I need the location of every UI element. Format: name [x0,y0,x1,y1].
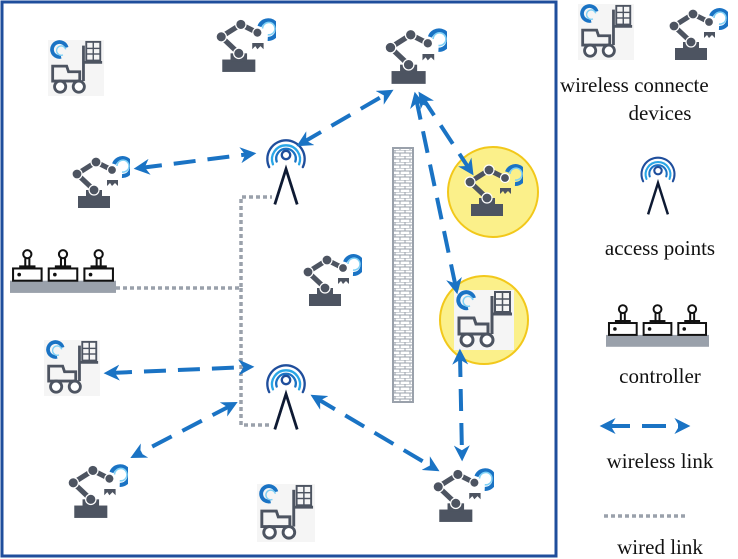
legend-wired-link-label: wired link [617,535,703,559]
legend-wireless-link-label: wireless link [607,449,714,473]
forklift-3-forklift-icon [257,484,315,542]
legend-access-points-label: access points [605,236,715,260]
legend-controller-label: controller [619,364,701,388]
ap-1-access-point-icon [265,138,307,207]
wired-links [116,195,272,427]
forklift-2-forklift-icon [44,340,100,396]
legend-controller-icon [606,304,709,347]
forklift-1-forklift-icon [48,40,104,96]
robot-1-robot-icon [216,19,277,72]
robot-4-robot-icon [303,255,362,306]
wireless-link-forklift-2-to-ap-2 [103,359,255,381]
wireless-link-ap-2-to-robot-6 [310,394,440,472]
wireless-link-ap-1-to-robot-2 [296,89,394,147]
robot-6-robot-icon [433,469,494,522]
wired-link-controller-to-ap-2 [239,288,272,427]
ap-2-access-point-icon [265,363,307,432]
legend-devices-label: wireless connecte [560,73,709,97]
controller-controller-icon [10,249,116,293]
wireless-link-ap-2-to-robot-5 [130,402,238,458]
legend-robot-icon [669,9,728,60]
robot-3-robot-icon [72,157,131,208]
robot-5-robot-icon [68,465,129,518]
wireless-link-robot-2-to-robot-yellow [418,91,474,176]
network-diagram: wireless connecte devices access points … [0,0,738,559]
legend-devices-label-2: devices [629,101,692,125]
legend-forklift-icon [576,4,636,60]
legend: wireless connecte devices access points … [560,4,728,559]
forklift-yellow-forklift-icon [454,290,514,350]
wireless-link-forklift-yellow-to-robot-6 [452,348,470,462]
robot-2-robot-icon [385,29,448,83]
wall [392,147,414,403]
legend-access-point-icon [640,156,676,216]
wireless-link-robot-3-to-ap-1 [133,147,257,175]
wired-link-controller-to-ap-1 [116,195,272,290]
